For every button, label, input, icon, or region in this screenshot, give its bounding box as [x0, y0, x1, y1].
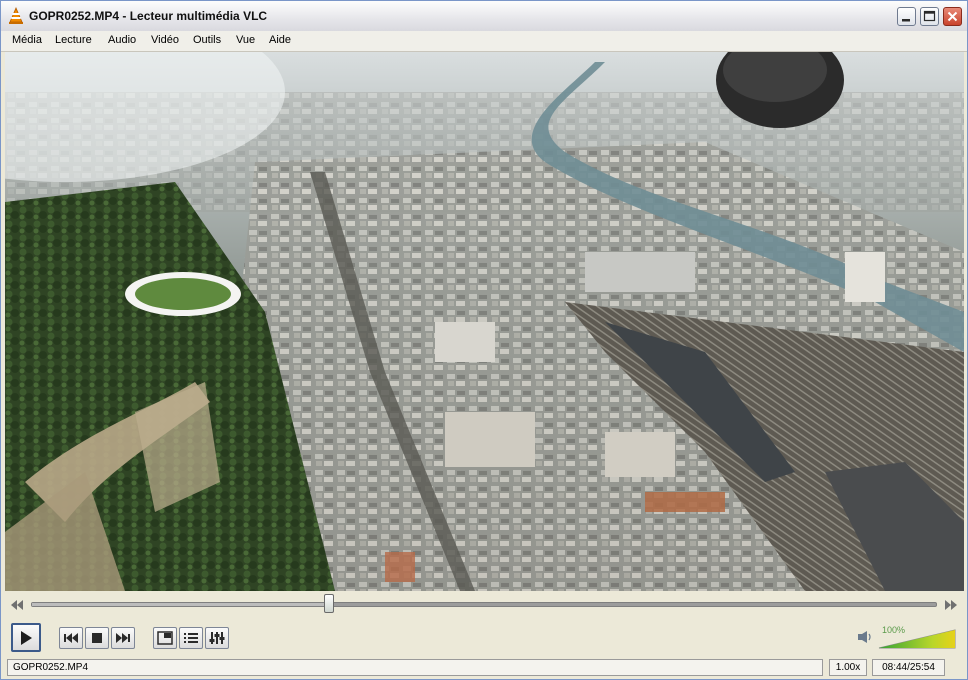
seek-progress	[32, 603, 330, 606]
double-left-arrow-icon[interactable]	[9, 598, 25, 612]
menu-video[interactable]: Vidéo	[151, 34, 179, 46]
seek-row	[1, 592, 967, 618]
stop-icon	[92, 633, 102, 643]
vlc-window: GOPR0252.MP4 - Lecteur multimédia VLC Mé…	[0, 0, 968, 680]
stop-button[interactable]	[85, 627, 109, 649]
time-display[interactable]: 08:44/25:54	[872, 659, 945, 676]
maximize-button[interactable]	[920, 7, 939, 26]
seek-handle[interactable]	[324, 594, 334, 613]
play-button[interactable]	[11, 623, 41, 652]
close-icon	[947, 11, 958, 22]
menu-outils[interactable]: Outils	[193, 34, 221, 46]
playlist-button[interactable]	[179, 627, 203, 649]
menu-media[interactable]: Média	[12, 34, 42, 46]
previous-button[interactable]	[59, 627, 83, 649]
vlc-cone-icon	[9, 7, 23, 24]
playback-controls: 100%	[1, 618, 967, 658]
extended-settings-button[interactable]	[205, 627, 229, 649]
play-icon	[21, 630, 32, 645]
title-bar[interactable]: GOPR0252.MP4 - Lecteur multimédia VLC	[1, 1, 967, 32]
fullscreen-icon	[157, 631, 173, 645]
seek-bar[interactable]	[31, 602, 937, 607]
status-bar: GOPR0252.MP4 1.00x 08:44/25:54	[1, 658, 967, 679]
video-display[interactable]	[5, 52, 964, 591]
window-title: GOPR0252.MP4 - Lecteur multimédia VLC	[29, 9, 268, 23]
status-filename: GOPR0252.MP4	[7, 659, 823, 676]
menu-bar: Média Lecture Audio Vidéo Outils Vue Aid…	[1, 31, 967, 52]
minimize-button[interactable]	[897, 7, 916, 26]
playback-speed[interactable]: 1.00x	[829, 659, 867, 676]
menu-aide[interactable]: Aide	[269, 34, 291, 46]
minimize-icon	[902, 19, 910, 22]
fullscreen-button[interactable]	[153, 627, 177, 649]
aerial-city-frame	[5, 52, 964, 591]
previous-track-icon	[64, 633, 78, 643]
volume-slider[interactable]	[877, 624, 957, 650]
playlist-icon	[184, 633, 198, 643]
speaker-icon[interactable]	[857, 630, 873, 644]
menu-audio[interactable]: Audio	[108, 34, 136, 46]
double-right-arrow-icon[interactable]	[943, 598, 959, 612]
next-button[interactable]	[111, 627, 135, 649]
menu-vue[interactable]: Vue	[236, 34, 255, 46]
close-button[interactable]	[943, 7, 962, 26]
menu-lecture[interactable]: Lecture	[55, 34, 92, 46]
next-track-icon	[116, 633, 130, 643]
equalizer-icon	[209, 632, 225, 644]
maximize-icon	[923, 10, 936, 22]
